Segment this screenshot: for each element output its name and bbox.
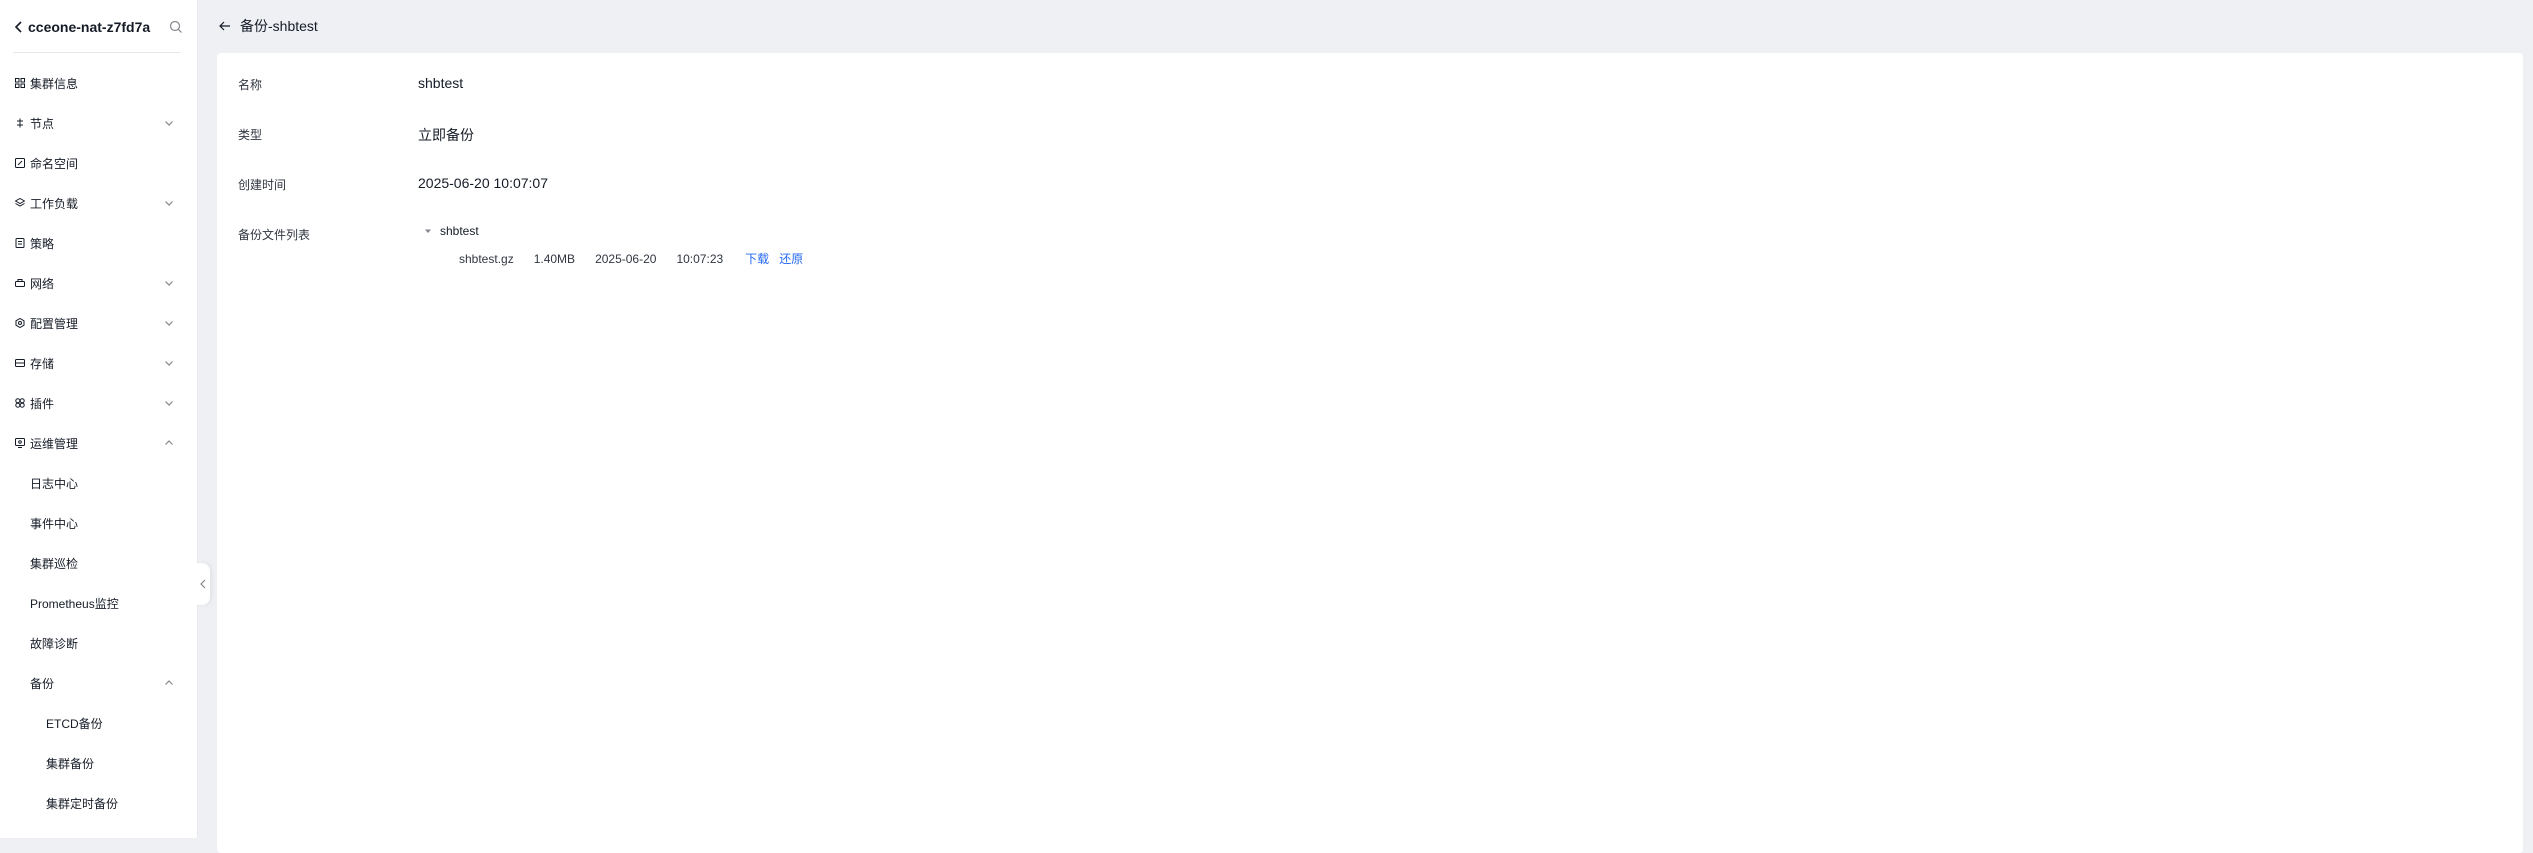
sidebar-item-label: 插件 — [30, 396, 55, 411]
chevron-down-icon — [164, 318, 174, 328]
cluster-name[interactable]: cceone-nat-z7fd7a — [28, 19, 169, 35]
file-row: shbtest.gz 1.40MB 2025-06-20 10:07:23 下载… — [459, 250, 803, 267]
sidebar-item-label: 备份 — [30, 676, 55, 691]
sidebar-item-policy[interactable]: 策略 — [0, 223, 198, 263]
sidebar-item-label: ETCD备份 — [46, 716, 103, 731]
created-time-label: 创建时间 — [238, 178, 287, 192]
sidebar-item-cluster-backup[interactable]: 集群备份 — [0, 743, 198, 783]
sidebar-item-nodes[interactable]: 节点 — [0, 103, 198, 143]
storage-icon — [14, 357, 26, 369]
sidebar: cceone-nat-z7fd7a 集群信息 节点 命名空间 工作负载 策略 网… — [0, 0, 198, 838]
sidebar-item-label: 工作负载 — [30, 196, 79, 211]
sidebar-item-prometheus[interactable]: Prometheus监控 — [0, 583, 198, 623]
namespace-icon — [14, 157, 26, 169]
search-icon[interactable] — [169, 20, 183, 34]
chevron-up-icon — [164, 678, 174, 688]
sidebar-item-network[interactable]: 网络 — [0, 263, 198, 303]
sidebar-item-config[interactable]: 配置管理 — [0, 303, 198, 343]
type-label: 类型 — [238, 128, 263, 142]
sidebar-item-ops[interactable]: 运维管理 — [0, 423, 198, 463]
sidebar-item-etcd-backup[interactable]: ETCD备份 — [0, 703, 198, 743]
backup-detail-card: 名称 shbtest 类型 立即备份 创建时间 2025-06-20 10:07… — [217, 53, 2523, 853]
sidebar-item-event-center[interactable]: 事件中心 — [0, 503, 198, 543]
sidebar-item-label: 配置管理 — [30, 316, 79, 331]
tree-root-label: shbtest — [440, 224, 479, 238]
backup-files-label: 备份文件列表 — [238, 228, 311, 242]
sidebar-item-label: 故障诊断 — [30, 636, 79, 651]
sidebar-item-namespace[interactable]: 命名空间 — [0, 143, 198, 183]
sidebar-item-cluster-inspection[interactable]: 集群巡检 — [0, 543, 198, 583]
file-size: 1.40MB — [533, 251, 576, 266]
sidebar-item-storage[interactable]: 存储 — [0, 343, 198, 383]
sidebar-item-label: 集群巡检 — [30, 556, 79, 571]
file-time: 10:07:23 — [676, 251, 724, 266]
page-header: 备份-shbtest — [198, 0, 2533, 52]
name-label: 名称 — [238, 78, 263, 92]
policy-icon — [14, 237, 26, 249]
sidebar-item-label: 运维管理 — [30, 436, 79, 451]
ops-icon — [14, 437, 26, 449]
grid-icon — [14, 77, 26, 89]
network-icon — [14, 277, 26, 289]
chevron-left-icon[interactable] — [14, 20, 24, 33]
sidebar-item-label: Prometheus监控 — [30, 596, 119, 611]
restore-link[interactable]: 还原 — [779, 250, 803, 267]
chevron-down-icon — [164, 198, 174, 208]
sidebar-collapse-button[interactable] — [196, 563, 210, 605]
chevron-left-icon — [200, 579, 206, 589]
name-value: shbtest — [418, 75, 464, 91]
sidebar-header: cceone-nat-z7fd7a — [0, 0, 197, 53]
sidebar-item-label: 存储 — [30, 356, 55, 371]
created-time-value: 2025-06-20 10:07:07 — [418, 175, 548, 191]
file-date: 2025-06-20 — [595, 251, 657, 266]
sidebar-item-cluster-info[interactable]: 集群信息 — [0, 63, 198, 103]
sidebar-item-label: 日志中心 — [30, 476, 79, 491]
type-value: 立即备份 — [418, 127, 474, 143]
tree-node-root[interactable]: shbtest — [424, 224, 479, 238]
sidebar-item-label: 集群定时备份 — [46, 796, 119, 811]
arrow-left-icon[interactable] — [218, 19, 232, 33]
sidebar-item-label: 事件中心 — [30, 516, 79, 531]
caret-down-icon[interactable] — [424, 227, 432, 235]
chevron-up-icon — [164, 438, 174, 448]
sidebar-item-log-center[interactable]: 日志中心 — [0, 463, 198, 503]
sidebar-item-label: 策略 — [30, 236, 55, 251]
plugin-icon — [14, 397, 26, 409]
sidebar-item-workload[interactable]: 工作负载 — [0, 183, 198, 223]
chevron-down-icon — [164, 398, 174, 408]
sidebar-item-backup[interactable]: 备份 — [0, 663, 198, 703]
sidebar-menu: 集群信息 节点 命名空间 工作负载 策略 网络 配置管理 存储 插件 运维管理 … — [0, 63, 198, 823]
file-name: shbtest.gz — [459, 251, 514, 266]
download-link[interactable]: 下载 — [745, 250, 769, 267]
sidebar-item-label: 集群备份 — [46, 756, 95, 771]
chevron-down-icon — [164, 358, 174, 368]
sidebar-item-plugins[interactable]: 插件 — [0, 383, 198, 423]
node-icon — [14, 117, 26, 129]
config-icon — [14, 317, 26, 329]
page-title: 备份-shbtest — [240, 18, 318, 34]
sidebar-item-label: 命名空间 — [30, 156, 79, 171]
sidebar-item-label: 节点 — [30, 116, 55, 131]
sidebar-item-diagnosis[interactable]: 故障诊断 — [0, 623, 198, 663]
sidebar-item-label: 网络 — [30, 276, 55, 291]
chevron-down-icon — [164, 118, 174, 128]
workload-icon — [14, 197, 26, 209]
chevron-down-icon — [164, 278, 174, 288]
sidebar-item-label: 集群信息 — [30, 76, 79, 91]
sidebar-item-scheduled-backup[interactable]: 集群定时备份 — [0, 783, 198, 823]
